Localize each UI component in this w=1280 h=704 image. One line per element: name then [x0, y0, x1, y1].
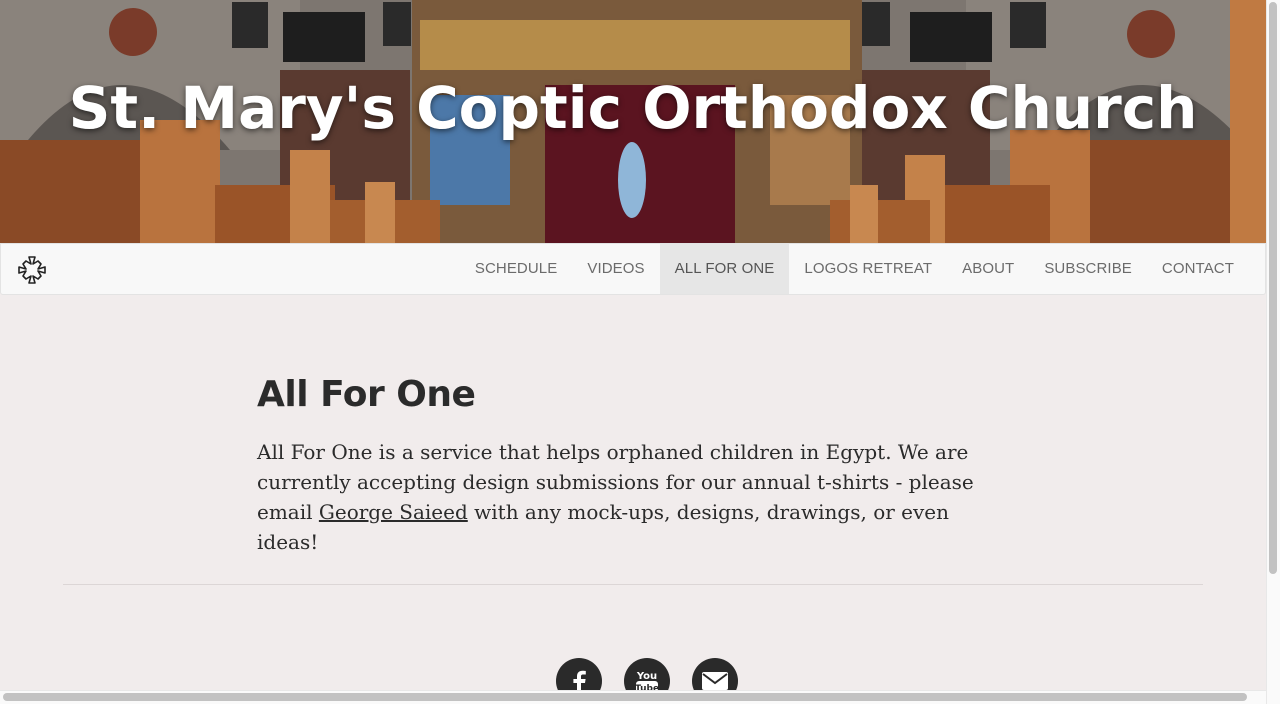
section-divider: [63, 584, 1203, 585]
nav-item-logos-retreat[interactable]: LOGOS RETREAT: [789, 244, 947, 294]
nav-item-all-for-one[interactable]: ALL FOR ONE: [659, 244, 790, 294]
george-saieed-email-link[interactable]: George Saieed: [319, 500, 468, 524]
main-content: All For One All For One is a service tha…: [257, 374, 1017, 557]
nav-item-schedule[interactable]: SCHEDULE: [460, 244, 573, 294]
page-title: All For One: [257, 374, 476, 415]
horizontal-scrollbar[interactable]: [0, 690, 1266, 704]
site-title: St. Mary's Coptic Orthodox Church: [68, 74, 1198, 142]
intro-paragraph: All For One is a service that helps orph…: [257, 437, 1002, 557]
nav-item-contact[interactable]: CONTACT: [1147, 244, 1249, 294]
horizontal-scrollbar-thumb[interactable]: [3, 693, 1247, 701]
vertical-scrollbar[interactable]: [1266, 0, 1280, 704]
hero-banner: St. Mary's Coptic Orthodox Church: [0, 0, 1266, 243]
coptic-cross-icon[interactable]: [17, 255, 47, 285]
nav-item-about[interactable]: ABOUT: [947, 244, 1029, 294]
nav-menu: SCHEDULE VIDEOS ALL FOR ONE LOGOS RETREA…: [460, 244, 1249, 294]
nav-item-subscribe[interactable]: SUBSCRIBE: [1029, 244, 1147, 294]
youtube-you-text: You: [636, 671, 657, 682]
nav-item-videos[interactable]: VIDEOS: [572, 244, 659, 294]
vertical-scrollbar-thumb[interactable]: [1269, 2, 1277, 574]
main-navbar: SCHEDULE VIDEOS ALL FOR ONE LOGOS RETREA…: [0, 243, 1266, 295]
